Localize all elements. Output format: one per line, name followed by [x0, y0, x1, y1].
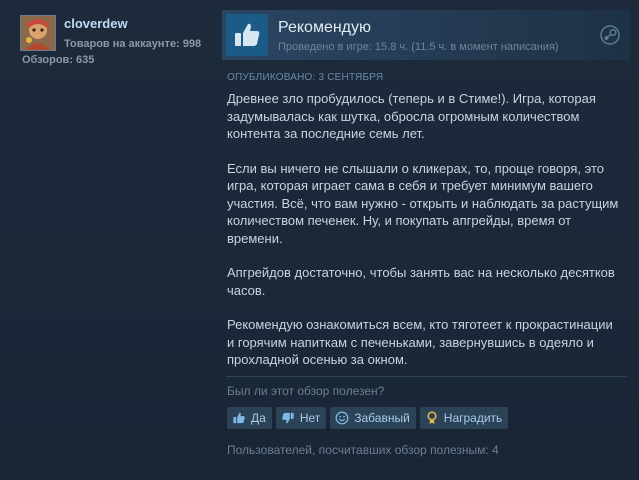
no-button[interactable]: Нет [275, 407, 327, 429]
steam-icon [600, 25, 620, 45]
thumbs-up-icon [226, 14, 268, 56]
smiley-icon [335, 411, 349, 425]
no-label: Нет [299, 411, 321, 425]
thumbs-down-icon [281, 411, 295, 425]
award-label: Наградить [443, 411, 503, 425]
author-name[interactable]: cloverdew [64, 16, 128, 31]
review-panel: Рекомендую Проведено в игре: 15.8 ч. (11… [222, 10, 630, 476]
review-paragraph: Рекомендую ознакомиться всем, кто тяготе… [227, 317, 613, 367]
products-owned[interactable]: Товаров на аккаунте: 998 [64, 38, 201, 50]
reviews-count[interactable]: Обзоров: 635 [22, 54, 94, 66]
yes-label: Да [251, 411, 266, 425]
award-icon [425, 411, 439, 425]
review-body: Древнее зло пробудилось (теперь и в Стим… [227, 90, 622, 386]
yes-button[interactable]: Да [227, 407, 272, 429]
verdict-title: Рекомендую [278, 19, 372, 36]
posted-date: Опубликовано: 3 сентября [227, 72, 384, 83]
helpful-question: Был ли этот обзор полезен? [227, 384, 385, 398]
rating-buttons: Да Нет Забавный Наградить [227, 407, 509, 429]
helpful-count: Пользователей, посчитавших обзор полезны… [227, 443, 499, 457]
review-paragraph: Апгрейдов достаточно, чтобы занять вас н… [227, 265, 615, 298]
funny-label: Забавный [354, 411, 410, 425]
award-button[interactable]: Наградить [419, 407, 509, 429]
playtime: Проведено в игре: 15.8 ч. (11.5 ч. в мом… [278, 41, 559, 53]
avatar[interactable] [20, 15, 56, 51]
vote-header[interactable]: Рекомендую Проведено в игре: 15.8 ч. (11… [222, 10, 630, 60]
thumbs-up-icon [232, 411, 246, 425]
review-paragraph: Древнее зло пробудилось (теперь и в Стим… [227, 91, 596, 141]
review-page: cloverdew Товаров на аккаунте: 998 Обзор… [0, 0, 639, 480]
funny-button[interactable]: Забавный [330, 407, 416, 429]
review-paragraph: Если вы ничего не слышали о кликерах, то… [227, 160, 619, 246]
divider [226, 376, 626, 377]
